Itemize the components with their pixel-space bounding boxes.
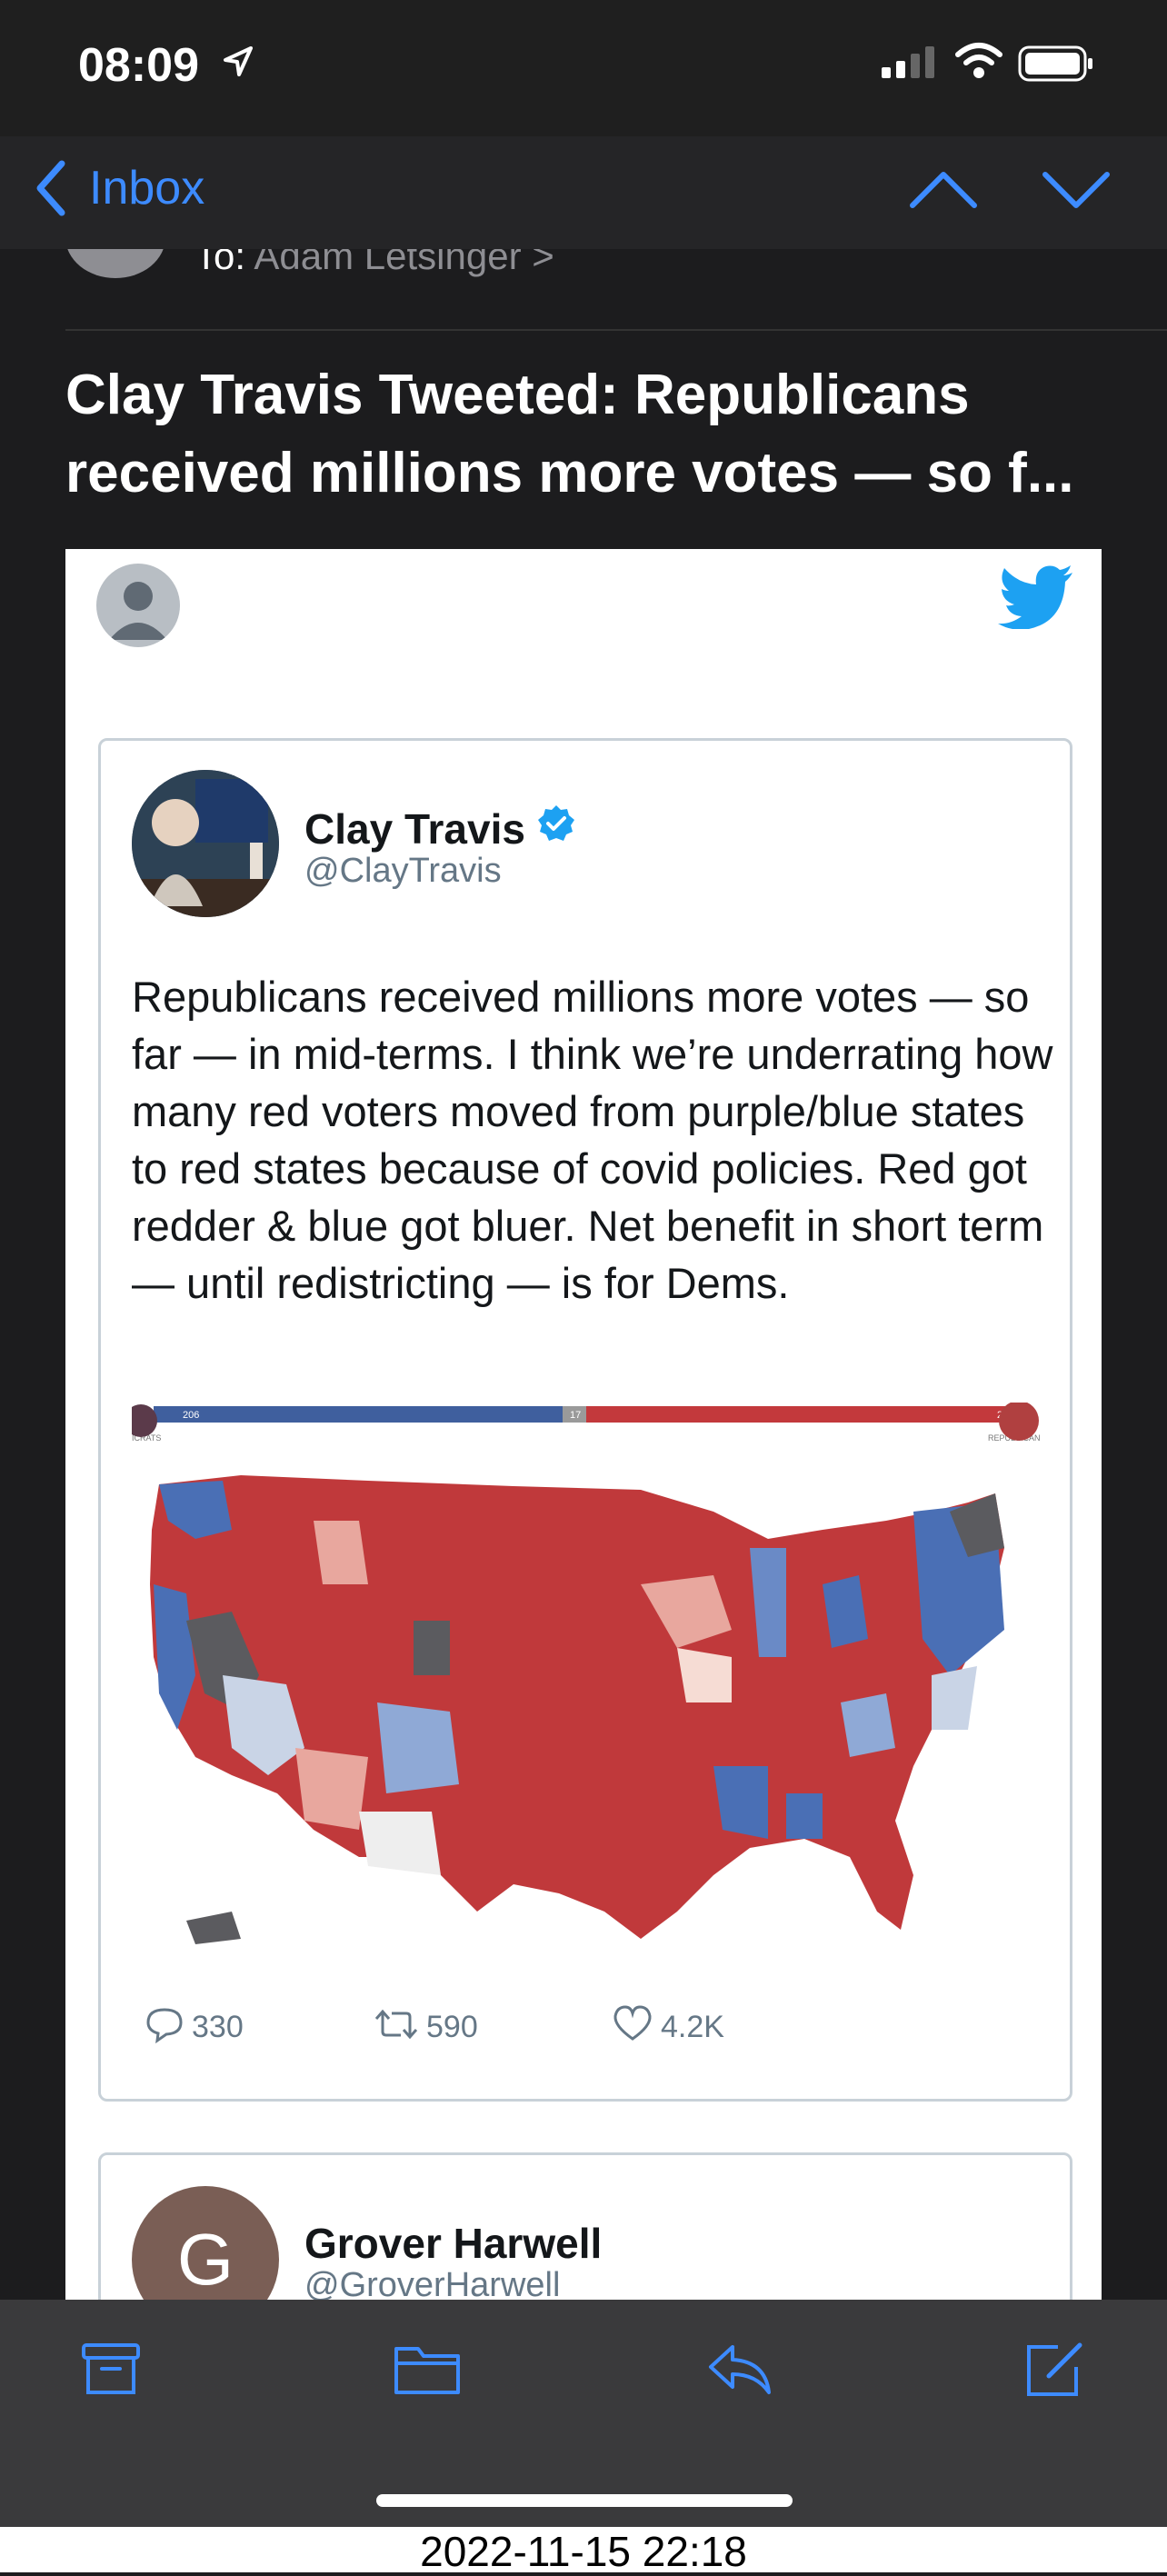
status-bar: 08:09: [0, 0, 1167, 136]
tweet2-author-name[interactable]: Grover Harwell: [304, 2219, 602, 2268]
archive-icon[interactable]: [80, 2340, 142, 2398]
location-arrow-icon: [224, 46, 253, 76]
twitter-bird-icon[interactable]: [998, 565, 1074, 629]
tweet2-author-handle[interactable]: @GroverHarwell: [304, 2266, 560, 2300]
message-subject: Clay Travis Tweeted: Republicans receive…: [65, 364, 1074, 504]
verified-badge-icon: [538, 805, 574, 841]
tweet-embed-2[interactable]: G Grover Harwell @GroverHarwell: [98, 2152, 1072, 2300]
tweet-stats: 330 590 4.2K: [132, 1997, 1041, 2052]
reply-icon[interactable]: [145, 2004, 185, 2044]
retweet-count: 590: [426, 2010, 478, 2044]
home-indicator[interactable]: [376, 2494, 793, 2507]
tweet-author-handle[interactable]: @ClayTravis: [304, 852, 502, 891]
previous-message-icon[interactable]: [909, 167, 978, 213]
like-count: 4.2K: [661, 2010, 724, 2044]
clay-travis-avatar[interactable]: [132, 770, 279, 917]
timestamp-caption: 2022-11-15 22:18: [420, 2528, 747, 2575]
compose-icon[interactable]: [1022, 2340, 1087, 2400]
status-time: 08:09: [78, 39, 199, 92]
battery-icon: [1018, 45, 1092, 82]
tweet-text: Republicans received millions more votes…: [132, 973, 1053, 1307]
recipient-line[interactable]: To: Adam Letsinger >: [194, 249, 554, 278]
wifi-icon: [955, 43, 1002, 78]
grover-harwell-avatar[interactable]: G: [132, 2186, 279, 2300]
retweet-stat[interactable]: 590: [366, 1997, 503, 2052]
email-card: Clay Travis @ClayTravis Republicans rece…: [65, 549, 1102, 2300]
recipient-chevron: >: [532, 249, 554, 277]
like-stat[interactable]: 4.2K: [601, 1997, 737, 2052]
retweet-icon[interactable]: [374, 2004, 419, 2044]
back-chevron-icon[interactable]: [33, 160, 69, 216]
sender-avatar: [65, 249, 165, 278]
recipient-name[interactable]: Adam Letsinger: [254, 249, 521, 277]
election-map-image[interactable]: 206 17 212 ICRATS REPUBLICAN: [125, 1401, 1046, 1948]
reply-stat[interactable]: 330: [132, 1997, 268, 2052]
reply-count: 330: [192, 2010, 244, 2044]
heart-icon[interactable]: [612, 2004, 653, 2042]
bottom-toolbar: [0, 2300, 1167, 2527]
to-label: To:: [194, 249, 246, 277]
default-avatar-icon: [96, 564, 180, 647]
folder-icon[interactable]: [393, 2340, 462, 2398]
tweet-author-name[interactable]: Clay Travis: [304, 804, 525, 854]
reply-arrow-icon[interactable]: [705, 2340, 774, 2398]
tossup-seat-count: 17: [570, 1410, 581, 1421]
message-body[interactable]: To: Adam Letsinger > Clay Travis Tweeted…: [0, 249, 1167, 2300]
next-message-icon[interactable]: [1042, 167, 1111, 213]
dem-seat-count: 206: [183, 1410, 199, 1421]
tweet-embed[interactable]: Clay Travis @ClayTravis Republicans rece…: [98, 738, 1072, 2102]
header-divider: [65, 329, 1167, 331]
inbox-back-button[interactable]: Inbox: [89, 161, 204, 215]
cellular-signal-icon: [882, 46, 934, 78]
